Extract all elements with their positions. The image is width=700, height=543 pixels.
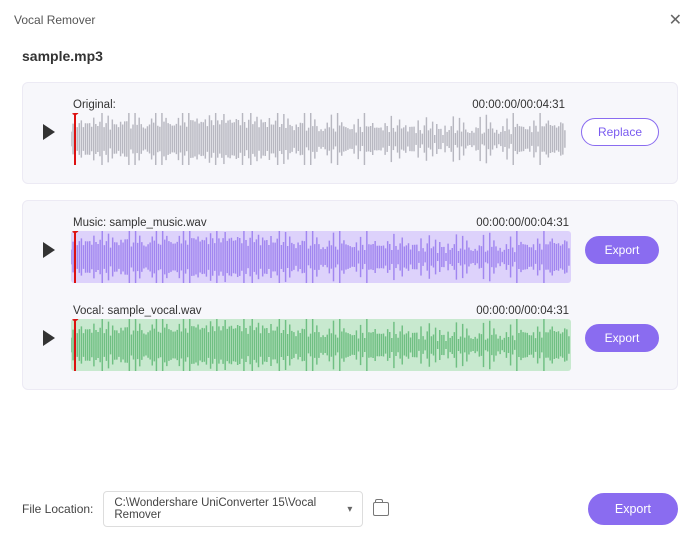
results-panel: Music: sample_music.wav 00:00:00/00:04:3… bbox=[22, 200, 678, 390]
filename-label: sample.mp3 bbox=[22, 48, 678, 64]
file-location-path: C:\Wondershare UniConverter 15\Vocal Rem… bbox=[114, 497, 341, 521]
original-panel: Original: 00:00:00/00:04:31 Replace bbox=[22, 82, 678, 184]
file-location-select[interactable]: C:\Wondershare UniConverter 15\Vocal Rem… bbox=[103, 491, 363, 527]
open-folder-icon[interactable] bbox=[373, 502, 389, 516]
file-location-label: File Location: bbox=[22, 502, 93, 516]
track-label: Music: sample_music.wav bbox=[73, 217, 207, 229]
export-all-button[interactable]: Export bbox=[588, 493, 678, 525]
replace-button[interactable]: Replace bbox=[581, 118, 659, 146]
waveform-vocal[interactable] bbox=[71, 319, 571, 371]
waveform-original[interactable] bbox=[71, 113, 567, 165]
chevron-down-icon: ▾ bbox=[347, 504, 352, 515]
track-label: Vocal: sample_vocal.wav bbox=[73, 305, 201, 317]
track-label: Original: bbox=[73, 99, 116, 111]
play-icon[interactable] bbox=[43, 242, 55, 258]
track-time: 00:00:00/00:04:31 bbox=[472, 99, 565, 111]
play-icon[interactable] bbox=[43, 330, 55, 346]
window-title: Vocal Remover bbox=[14, 13, 95, 27]
track-time: 00:00:00/00:04:31 bbox=[476, 305, 569, 317]
close-icon[interactable]: ✕ bbox=[665, 8, 686, 32]
play-icon[interactable] bbox=[43, 124, 55, 140]
export-music-button[interactable]: Export bbox=[585, 236, 659, 264]
export-vocal-button[interactable]: Export bbox=[585, 324, 659, 352]
track-time: 00:00:00/00:04:31 bbox=[476, 217, 569, 229]
waveform-music[interactable] bbox=[71, 231, 571, 283]
